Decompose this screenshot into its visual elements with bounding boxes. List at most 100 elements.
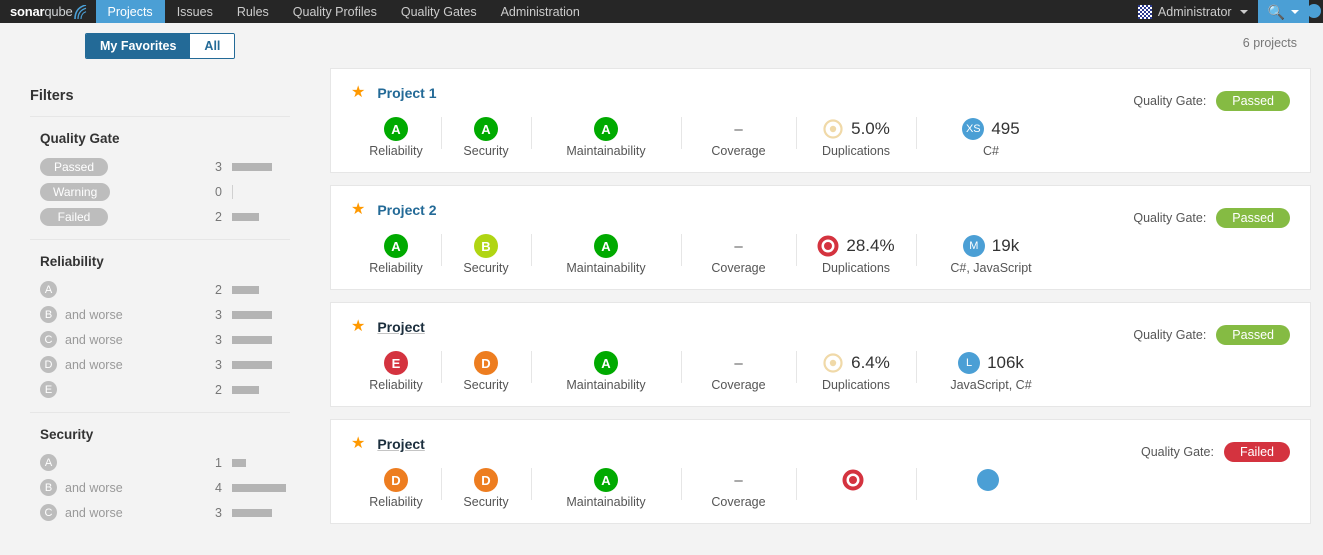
favorite-star-icon[interactable]: ★ <box>351 202 365 218</box>
quality-gate-group: Quality Gate: Passed <box>1133 208 1290 228</box>
facet-row-count: 3 <box>215 505 222 520</box>
measure-duplications: 6.4% Duplications <box>796 349 916 392</box>
measure-maintainability: A Maintainability <box>531 466 681 509</box>
nav-item-quality-profiles[interactable]: Quality Profiles <box>281 0 389 23</box>
facet-bar <box>232 285 259 294</box>
facet-row[interactable]: Cand worse 3 <box>30 327 290 352</box>
project-measures: A Reliability B Security A Maintainability – Co… <box>351 232 1290 275</box>
measure-value: D <box>474 349 498 377</box>
measure-label: Maintainability <box>566 378 646 392</box>
rating-reliability-icon[interactable]: D <box>384 468 408 492</box>
facet-row[interactable]: E2 <box>30 377 290 402</box>
favorite-star-icon[interactable]: ★ <box>351 319 365 335</box>
measure-maintainability: A Maintainability <box>531 115 681 158</box>
rating-maintainability-icon[interactable]: A <box>594 234 618 258</box>
project-name-link[interactable]: Project <box>377 319 424 335</box>
measure-value <box>976 466 1006 494</box>
logo-text-light: qube <box>44 4 73 19</box>
search-button[interactable]: 🔍 <box>1257 0 1309 23</box>
project-card[interactable]: ★ Project 2 Quality Gate: Passed A Reliabilit… <box>330 185 1311 290</box>
measure-value: D <box>384 466 408 494</box>
measure-value: A <box>474 115 498 143</box>
facet-row-count: 3 <box>215 159 222 174</box>
quality-gate-status-badge: Passed <box>1216 91 1290 111</box>
facet-bar-wrapper <box>222 184 233 199</box>
facet-quality-gate: Quality Gate Passed 3 Warning 0 Failed 2 <box>30 117 290 239</box>
measure-value: – <box>734 466 742 494</box>
nav-item-administration[interactable]: Administration <box>489 0 592 23</box>
facet-bar <box>232 458 246 467</box>
favorite-star-icon[interactable]: ★ <box>351 436 365 452</box>
facet-row[interactable]: Warning 0 <box>30 179 290 204</box>
measure-reliability: E Reliability <box>351 349 441 392</box>
rating-security-icon[interactable]: D <box>474 468 498 492</box>
nav-items: Projects Issues Rules Quality Profiles Q… <box>95 0 592 23</box>
rating-maintainability-icon[interactable]: A <box>594 351 618 375</box>
duplications-donut-icon <box>823 119 843 139</box>
facet-row[interactable]: A2 <box>30 277 290 302</box>
project-card[interactable]: ★ Project Quality Gate: Failed D Reliability D… <box>330 419 1311 524</box>
project-card[interactable]: ★ Project Quality Gate: Passed E Reliability D… <box>330 302 1311 407</box>
project-name-link[interactable]: Project <box>377 436 424 452</box>
favorite-star-icon[interactable]: ★ <box>351 85 365 101</box>
measure-value: E <box>384 349 408 377</box>
measure-reliability: A Reliability <box>351 232 441 275</box>
facet-bar-wrapper <box>222 212 259 221</box>
logo-text-bold: sonar <box>10 4 45 19</box>
rating-security-icon[interactable]: A <box>474 117 498 141</box>
my-favorites-button[interactable]: My Favorites <box>86 33 191 58</box>
measure-label: Reliability <box>369 378 423 392</box>
project-name-link[interactable]: Project 1 <box>377 85 436 101</box>
rating-maintainability-icon[interactable]: A <box>594 117 618 141</box>
all-projects-button[interactable]: All <box>190 33 235 58</box>
user-menu[interactable]: Administrator <box>1128 0 1258 23</box>
measure-size-languages <box>916 466 1066 500</box>
duplications-value: 6.4% <box>851 353 890 372</box>
facet-row[interactable]: Band worse 4 <box>30 475 290 500</box>
duplications-value: 28.4% <box>846 236 895 255</box>
rating-circle-icon: D <box>40 356 57 373</box>
facet-row-suffix: and worse <box>65 307 123 322</box>
facet-row[interactable]: Band worse 3 <box>30 302 290 327</box>
rating-reliability-icon[interactable]: A <box>384 117 408 141</box>
measure-value: L 106k <box>958 349 1024 377</box>
size-badge-icon: L <box>958 352 981 374</box>
facet-row[interactable]: Dand worse 3 <box>30 352 290 377</box>
facet-row[interactable]: Passed 3 <box>30 154 290 179</box>
rating-circle-icon: C <box>40 331 57 348</box>
facet-row[interactable]: Cand worse 3 <box>30 500 290 525</box>
quality-gate-group: Quality Gate: Passed <box>1133 325 1290 345</box>
nav-item-rules[interactable]: Rules <box>225 0 281 23</box>
coverage-value: – <box>734 471 743 489</box>
rating-circle-icon: B <box>40 306 57 323</box>
project-card[interactable]: ★ Project 1 Quality Gate: Passed A Reliabilit… <box>330 68 1311 173</box>
measure-size-languages: XS 495 C# <box>916 115 1066 158</box>
measure-label: Coverage <box>711 144 766 158</box>
avatar-dot[interactable] <box>1307 4 1321 18</box>
project-name-link[interactable]: Project 2 <box>377 202 436 218</box>
coverage-value: – <box>734 120 743 138</box>
measure-label: Duplications <box>821 144 891 158</box>
languages-label: C# <box>983 144 999 158</box>
facets-list: Quality Gate Passed 3 Warning 0 Failed 2 Reliab… <box>30 117 290 535</box>
nav-item-issues[interactable]: Issues <box>165 0 225 23</box>
nav-item-projects[interactable]: Projects <box>95 0 165 23</box>
projects-list: ★ Project 1 Quality Gate: Passed A Reliabilit… <box>330 68 1311 524</box>
sonarqube-logo[interactable]: sonar qube <box>0 0 96 23</box>
project-measures: D Reliability D Security A Maintainability – Co… <box>351 466 1290 509</box>
facet-row[interactable]: Failed 2 <box>30 204 290 229</box>
nav-item-quality-gates[interactable]: Quality Gates <box>389 0 489 23</box>
facet-row-label: E <box>40 381 200 398</box>
rating-maintainability-icon[interactable]: A <box>594 468 618 492</box>
measure-value: A <box>384 115 408 143</box>
size-badge-icon <box>976 469 999 491</box>
rating-reliability-icon[interactable]: A <box>384 234 408 258</box>
search-icon: 🔍 <box>1267 3 1285 20</box>
measure-label: Coverage <box>711 495 766 509</box>
rating-security-icon[interactable]: D <box>474 351 498 375</box>
facet-row-label: A <box>40 454 200 471</box>
facet-row[interactable]: A1 <box>30 450 290 475</box>
measure-value: A <box>594 232 618 260</box>
rating-reliability-icon[interactable]: E <box>384 351 408 375</box>
rating-security-icon[interactable]: B <box>474 234 498 258</box>
